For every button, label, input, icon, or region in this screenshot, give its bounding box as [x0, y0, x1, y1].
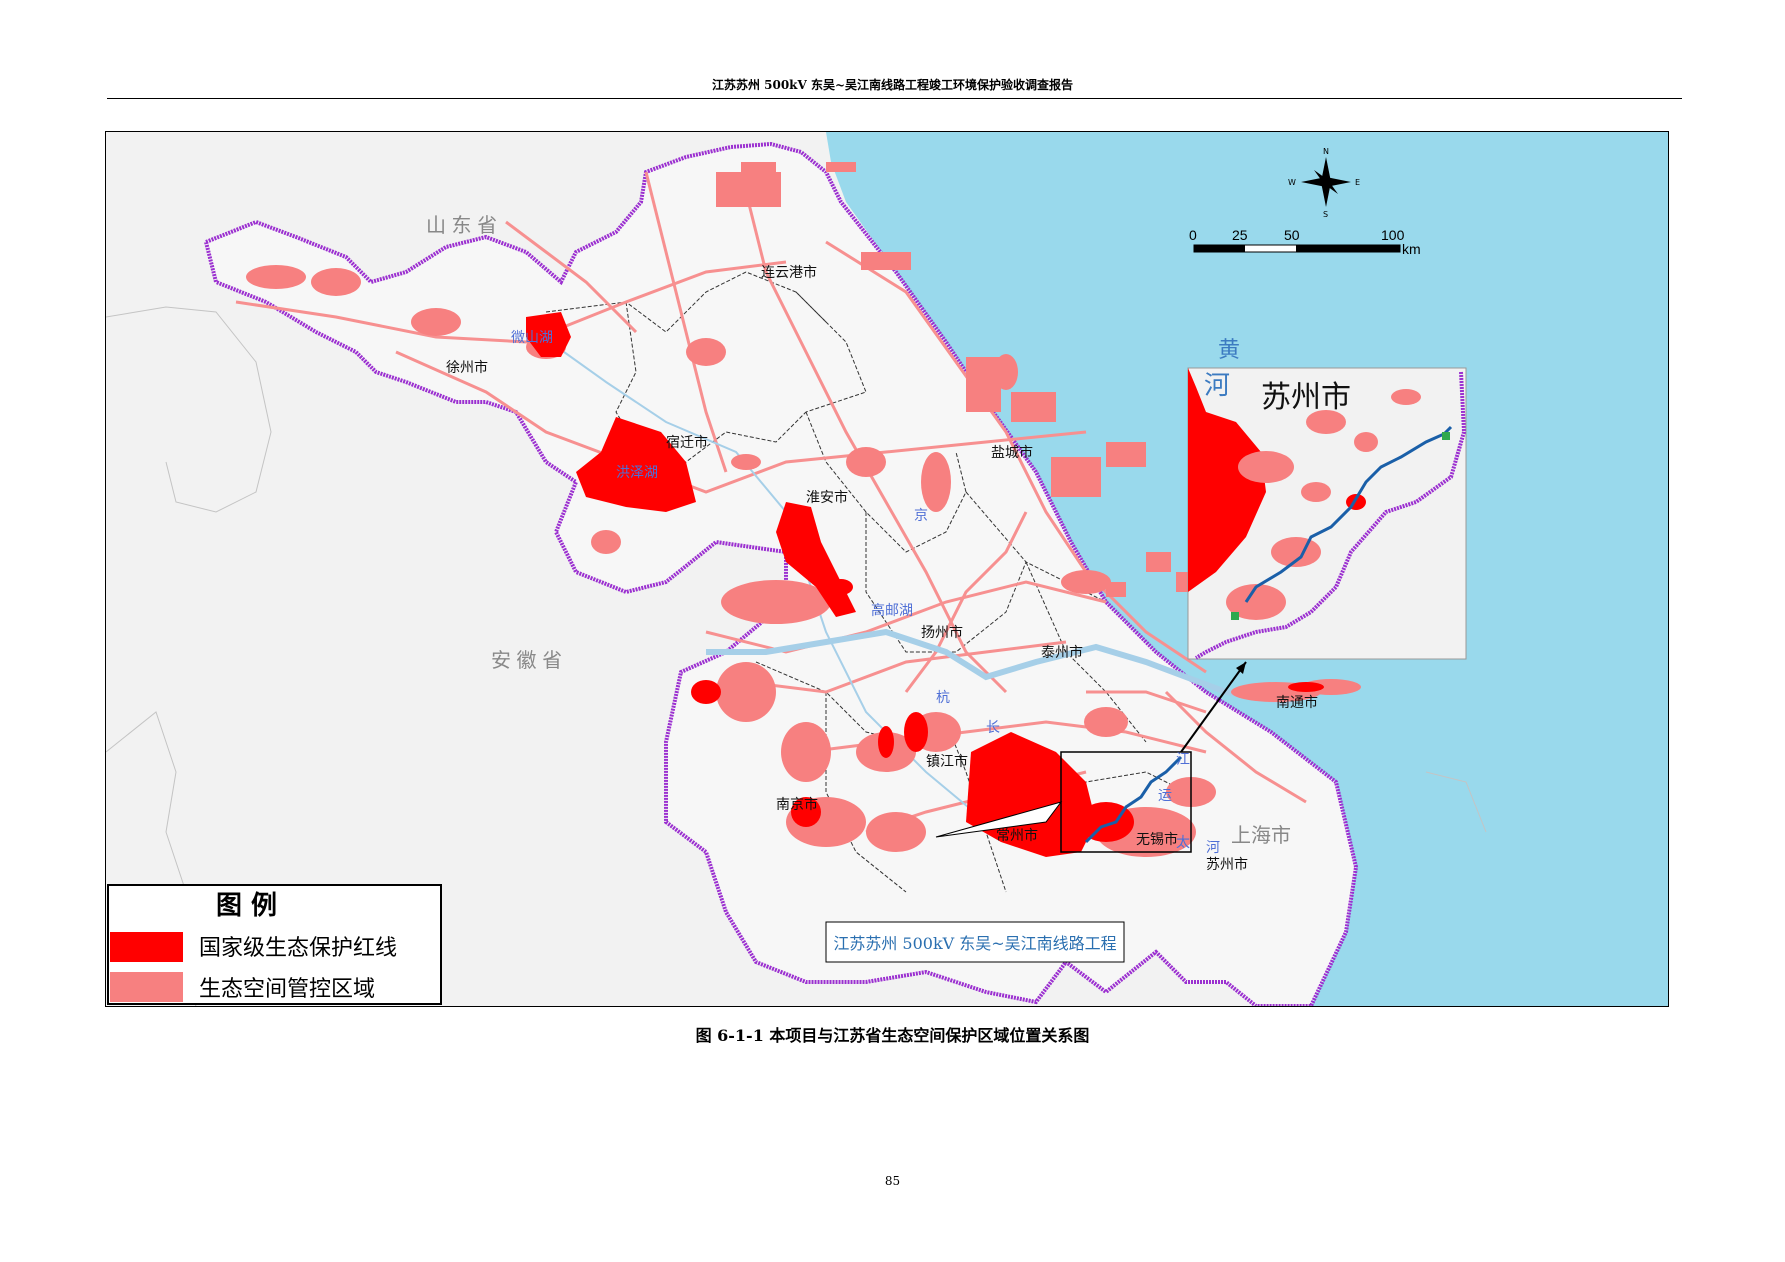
label-river-chang: 长 — [986, 720, 1000, 736]
red-line-zone — [829, 579, 853, 595]
control-zone — [721, 580, 831, 624]
label-river-jiang: 江 — [1176, 752, 1190, 768]
legend-swatch-control-zone — [110, 972, 183, 1002]
scale-unit: km — [1402, 241, 1421, 257]
page-number: 85 — [884, 1174, 901, 1188]
label-canal-he: 河 — [1206, 840, 1220, 856]
label-canal-jing: 京 — [914, 508, 928, 524]
control-zone — [826, 162, 856, 172]
inset-title: 苏州市 — [1261, 380, 1351, 415]
red-line-zone — [691, 680, 721, 704]
suzhou-inset: 苏州市 河 — [1187, 367, 1467, 660]
label-gaoyou-lake: 高邮湖 — [871, 602, 913, 619]
label-changzhou: 常州市 — [996, 827, 1038, 844]
label-sea: 黄 — [1218, 338, 1240, 363]
control-zone — [1051, 457, 1101, 497]
compass-w: W — [1288, 178, 1296, 187]
control-zone — [861, 252, 911, 270]
label-hongze-lake: 洪泽湖 — [616, 465, 658, 481]
control-zone — [741, 162, 776, 174]
label-shanghai: 上海市 — [1231, 824, 1291, 847]
label-anhui: 安 徽 省 — [491, 649, 562, 672]
inset-river-label: 河 — [1204, 371, 1230, 401]
compass-s: S — [1323, 210, 1328, 219]
legend-title: 图 例 — [216, 891, 277, 921]
label-wuxi: 无锡市 — [1136, 831, 1178, 848]
label-taizhou: 泰州市 — [1041, 644, 1083, 661]
control-zone — [1106, 442, 1146, 467]
label-xuzhou: 徐州市 — [446, 359, 488, 376]
control-zone — [411, 308, 461, 336]
control-zone — [921, 452, 951, 512]
label-suzhou: 苏州市 — [1206, 856, 1248, 873]
header-rule — [107, 98, 1682, 99]
control-zone — [781, 722, 831, 782]
figure-caption: 图 6-1-1 本项目与江苏省生态空间保护区域位置关系图 — [695, 1026, 1090, 1045]
label-zhenjiang: 镇江市 — [926, 753, 968, 770]
label-shandong: 山 东 省 — [426, 214, 497, 237]
report-header-title: 江苏苏州 500kV 东吴~吴江南线路工程竣工环境保护验收调查报告 — [711, 78, 1074, 92]
control-zone — [1084, 707, 1128, 737]
label-lianyungang: 连云港市 — [761, 264, 817, 281]
legend-label-control-zone: 生态空间管控区域 — [199, 977, 375, 1002]
label-huaian: 淮安市 — [806, 489, 848, 506]
scale-tick-25: 25 — [1232, 227, 1248, 243]
project-label: 江苏苏州 500kV 东吴~吴江南线路工程 — [833, 934, 1116, 953]
scale-tick-50: 50 — [1284, 227, 1300, 243]
red-line-zone — [904, 712, 928, 752]
control-zone — [311, 268, 361, 296]
label-canal-yun: 运 — [1158, 788, 1172, 804]
label-suqian: 宿迁市 — [666, 434, 708, 451]
legend: 图 例 国家级生态保护红线 生态空间管控区域 — [107, 884, 442, 1005]
label-canal-hang: 杭 — [936, 690, 950, 706]
map-frame: 山 东 省 安 徽 省 上海市 黄 连云港市 徐州市 宿迁市 淮安市 盐城市 扬… — [105, 131, 1669, 1007]
compass-n: N — [1323, 147, 1329, 156]
label-yangzhou: 扬州市 — [921, 624, 963, 641]
red-line-zone — [878, 726, 894, 758]
control-zone — [994, 354, 1018, 390]
control-zone — [1146, 552, 1171, 572]
control-zone — [846, 447, 886, 477]
legend-swatch-red-line — [110, 932, 183, 962]
label-nanjing: 南京市 — [776, 796, 818, 813]
control-zone — [1011, 392, 1056, 422]
control-zone — [591, 530, 621, 554]
scale-tick-0: 0 — [1189, 227, 1197, 243]
label-tai-lake: 太 — [1176, 835, 1190, 851]
control-zone — [716, 172, 781, 207]
label-weishan-lake: 微山湖 — [511, 330, 553, 346]
control-zone — [866, 812, 926, 852]
control-zone — [731, 454, 761, 470]
label-yancheng: 盐城市 — [991, 444, 1033, 461]
red-line-zone — [1288, 682, 1324, 692]
legend-label-red-line: 国家级生态保护红线 — [199, 936, 397, 961]
control-zone — [716, 662, 776, 722]
jiangsu-map: 山 东 省 安 徽 省 上海市 黄 连云港市 徐州市 宿迁市 淮安市 盐城市 扬… — [106, 132, 1668, 1006]
control-zone — [686, 338, 726, 366]
control-zone — [246, 265, 306, 289]
compass-e: E — [1355, 178, 1360, 187]
control-zone — [1061, 570, 1111, 594]
label-nantong: 南通市 — [1276, 694, 1318, 711]
